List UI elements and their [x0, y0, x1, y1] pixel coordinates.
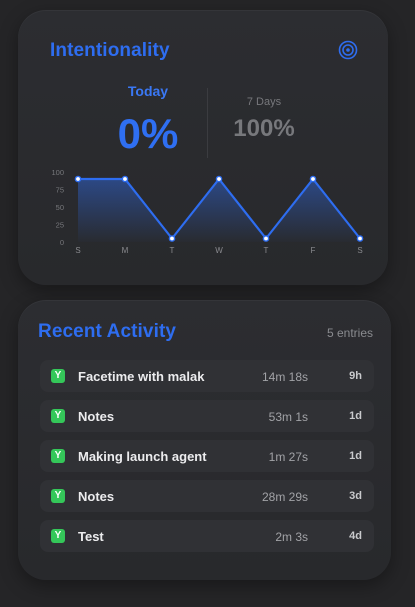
x-tick-label: S: [357, 246, 362, 255]
x-tick-label: T: [264, 246, 269, 255]
activity-ago: 3d: [349, 490, 362, 502]
x-tick-label: W: [215, 246, 223, 255]
activity-ago: 1d: [349, 450, 362, 462]
activity-row[interactable]: Y Notes 53m 1s 1d: [40, 400, 374, 432]
x-tick-label: F: [311, 246, 316, 255]
y-tick-label: 25: [56, 221, 64, 230]
intentionality-chart: 100 75 50 25 0 S M T W T F S: [51, 168, 364, 255]
data-point: [168, 235, 176, 242]
x-tick-label: T: [170, 246, 175, 255]
activity-ago: 4d: [349, 530, 362, 542]
activity-duration: 14m 18s: [261, 370, 308, 384]
x-tick-label: S: [75, 246, 80, 255]
activity-name: Making launch agent: [78, 449, 207, 464]
data-point: [262, 235, 270, 242]
data-point: [74, 175, 82, 183]
activity-row[interactable]: Y Facetime with malak 14m 18s 9h: [40, 360, 374, 392]
y-tick-label: 100: [51, 168, 64, 177]
x-tick-label: M: [122, 246, 129, 255]
y-tick-label: 0: [60, 238, 64, 247]
activity-name: Notes: [78, 409, 115, 424]
activity-name: Notes: [78, 489, 115, 504]
app-badge: Y: [51, 449, 65, 463]
data-point: [121, 175, 129, 183]
app-badge: Y: [51, 529, 65, 543]
entries-count: 5 entries: [326, 326, 373, 340]
y-tick-label: 50: [56, 203, 64, 212]
intentionality-card: Intentionality Today 0% 7 Days 100% 100 7…: [18, 10, 388, 285]
activity-row[interactable]: Y Test 2m 3s 4d: [40, 520, 374, 552]
recent-activity-card: Recent Activity 5 entries Y Facetime wit…: [18, 300, 391, 580]
data-point: [215, 175, 223, 183]
data-point: [356, 235, 364, 242]
recent-activity-title: Recent Activity: [38, 321, 177, 342]
data-point: [309, 175, 317, 183]
activity-row[interactable]: Y Notes 28m 29s 3d: [40, 480, 374, 512]
activity-name: Facetime with malak: [78, 369, 205, 384]
activity-ago: 1d: [349, 410, 362, 422]
y-tick-label: 75: [56, 186, 64, 195]
app-badge: Y: [51, 409, 65, 423]
app-badge: Y: [51, 489, 65, 503]
activity-ago: 9h: [349, 370, 362, 382]
activity-row[interactable]: Y Making launch agent 1m 27s 1d: [40, 440, 374, 472]
activity-duration: 1m 27s: [268, 450, 308, 464]
activity-duration: 28m 29s: [261, 490, 308, 504]
chart-area: [78, 179, 360, 242]
activity-duration: 2m 3s: [275, 530, 308, 544]
activity-name: Test: [78, 529, 104, 544]
activity-duration: 53m 1s: [268, 410, 308, 424]
app-badge: Y: [51, 369, 65, 383]
